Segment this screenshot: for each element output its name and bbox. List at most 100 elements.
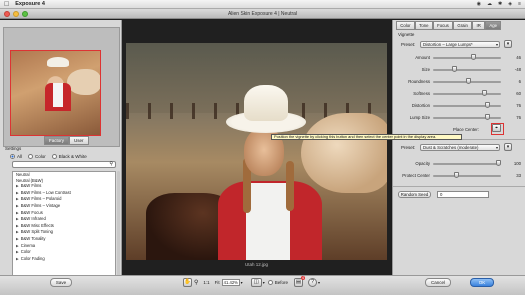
filter-color[interactable]: Color [28, 154, 46, 160]
slider-opacity[interactable]: Opacity 100 [393, 160, 525, 168]
radio-icon[interactable] [28, 154, 34, 160]
tab-color[interactable]: Color [396, 21, 415, 30]
ok-button[interactable]: OK [470, 278, 494, 287]
slider-track[interactable] [433, 66, 501, 72]
settings-label: Settings [5, 146, 22, 151]
preview-image[interactable] [126, 43, 387, 260]
slider-protect-center[interactable]: Protect Center 33 [393, 172, 525, 180]
vignette-section-label: Vignette [398, 32, 415, 37]
place-center-label: Place Center: [453, 127, 480, 132]
tab-factory[interactable]: Factory [44, 136, 70, 145]
slider-size[interactable]: Size -48 [393, 66, 525, 74]
dust-preset-menu-button[interactable]: ▾ [504, 143, 512, 151]
list-item[interactable]: ▶ B&W Split Toning [13, 229, 115, 236]
vignette-preset-dropdown[interactable]: Distortion – Large Lumps* ▾ [420, 41, 500, 48]
slider-knob[interactable] [470, 54, 476, 60]
disclosure-triangle-icon: ▶ [16, 210, 19, 215]
slider-knob[interactable] [484, 114, 490, 120]
filter-black-white[interactable]: Black & White [51, 154, 87, 160]
status-icon-4[interactable]: ◈ [508, 1, 512, 7]
slider-amount[interactable]: Amount 46 [393, 54, 525, 62]
cancel-button[interactable]: Cancel [425, 278, 451, 287]
tab-user[interactable]: User [69, 136, 89, 145]
slider-knob[interactable] [465, 78, 471, 84]
right-panel: Color Tone Focus Grain IR Age Vignette P… [392, 20, 525, 275]
slider-track[interactable] [433, 160, 501, 166]
preset-search-input[interactable]: ⚲ [12, 161, 116, 168]
random-seed-button[interactable]: Random Seed [398, 191, 431, 198]
slider-track[interactable] [433, 78, 501, 84]
list-item[interactable]: ▶ B&W Films – Polaroid [13, 196, 115, 203]
list-item[interactable]: ▶ Cinema [13, 243, 115, 250]
tab-grain[interactable]: Grain [453, 21, 473, 30]
tab-tone[interactable]: Tone [414, 21, 433, 30]
disclosure-triangle-icon: ▶ [16, 184, 19, 189]
vignette-preset-label: Preset: [401, 42, 416, 47]
list-item[interactable]: ▶ Color [13, 249, 115, 256]
status-icon-2[interactable]: ☁ [487, 1, 492, 7]
slider-track[interactable] [433, 54, 501, 60]
slider-track[interactable] [433, 90, 501, 96]
window-title: Alien Skin Exposure 4 | Neutral [227, 11, 298, 17]
slider-knob[interactable] [496, 160, 501, 166]
menu-bar:  Exposure 4 ◉ ☁ ✱ ◈ ≡ [0, 0, 525, 9]
slider-track[interactable] [433, 102, 501, 108]
slider-distortion[interactable]: Distortion 76 [393, 102, 525, 110]
slider-knob[interactable] [453, 172, 459, 178]
tab-ir[interactable]: IR [472, 21, 486, 30]
status-icon-5[interactable]: ≡ [518, 1, 521, 7]
app-name-menu[interactable]: Exposure 4 [15, 1, 45, 7]
slider-knob[interactable] [484, 102, 490, 108]
dust-preset-label: Preset: [401, 145, 416, 150]
before-label: Before [274, 280, 288, 285]
list-item[interactable]: ▶ B&W Films – Vintage [13, 203, 115, 210]
list-item[interactable]: ▶ B&W Focus [13, 210, 115, 217]
status-icon-3[interactable]: ✱ [498, 1, 502, 7]
window-titlebar: Alien Skin Exposure 4 | Neutral [0, 9, 525, 19]
list-item[interactable]: ▶ Color Fading [13, 256, 115, 263]
dust-preset-dropdown[interactable]: Dust & Scratches (moderate) ▾ [420, 144, 500, 151]
tab-age[interactable]: Age [485, 21, 502, 30]
slider-softness[interactable]: Softness 60 [393, 90, 525, 98]
slider-track[interactable] [433, 114, 501, 120]
tab-focus[interactable]: Focus [432, 21, 454, 30]
help-icon[interactable]: ? [307, 278, 317, 287]
filter-all[interactable]: All [10, 154, 22, 160]
hand-tool-icon[interactable]: ✋ [183, 278, 192, 287]
place-center-button[interactable]: ⌖ [491, 123, 504, 135]
zoom-value-field[interactable]: 41.42% [221, 279, 240, 286]
radio-icon[interactable] [51, 154, 57, 160]
navigator-thumbnail[interactable] [10, 50, 101, 136]
layers-icon[interactable]: ▤ 4 [293, 276, 305, 287]
save-button[interactable]: Save [50, 278, 72, 287]
slider-knob[interactable] [451, 66, 457, 72]
split-view-icon[interactable]: ◫ [250, 278, 262, 287]
section-divider [393, 186, 525, 187]
list-item[interactable]: ▶ B&W Tonality [13, 236, 115, 243]
image-filename: Utah 12.jpg [244, 262, 269, 267]
adjustment-tabs: Color Tone Focus Grain IR Age [396, 21, 502, 30]
slider-roundness[interactable]: Roundness 6 [393, 78, 525, 86]
slider-knob[interactable] [482, 90, 488, 96]
slider-track[interactable] [433, 172, 501, 178]
split-dropdown-icon[interactable]: ▾ [263, 280, 265, 285]
status-icon-1[interactable]: ◉ [477, 1, 481, 7]
slider-lump-size[interactable]: Lump Size 76 [393, 114, 525, 122]
place-center-tooltip: Position the vignette by clicking this b… [271, 134, 462, 140]
list-item[interactable]: ▶ B&W Misc Effects [13, 223, 115, 230]
seed-input[interactable]: 0 [437, 191, 489, 198]
preset-list-scrollbar[interactable] [117, 171, 120, 276]
list-item[interactable]: ▶ B&W Infrared [13, 216, 115, 223]
zoom-fit[interactable]: Fit [215, 280, 220, 285]
before-checkbox[interactable] [267, 280, 273, 285]
list-item[interactable]: ▶ B&W Films – Low Contrast [13, 190, 115, 197]
list-item[interactable]: ▶ B&W Films [13, 183, 115, 190]
preset-menu-button[interactable]: ▾ [504, 40, 512, 48]
help-dropdown-icon[interactable]: ▾ [318, 280, 320, 285]
apple-menu-icon[interactable]:  [4, 1, 9, 8]
preset-list: Neutral Neutral (B&W) ▶ B&W Films ▶ B&W Fi… [12, 171, 116, 276]
zoom-1-1[interactable]: 1:1 [203, 280, 209, 285]
radio-icon[interactable] [10, 154, 15, 160]
zoom-dropdown-icon[interactable]: ▾ [241, 280, 243, 285]
zoom-tool-icon[interactable]: ⚲ [194, 279, 198, 286]
